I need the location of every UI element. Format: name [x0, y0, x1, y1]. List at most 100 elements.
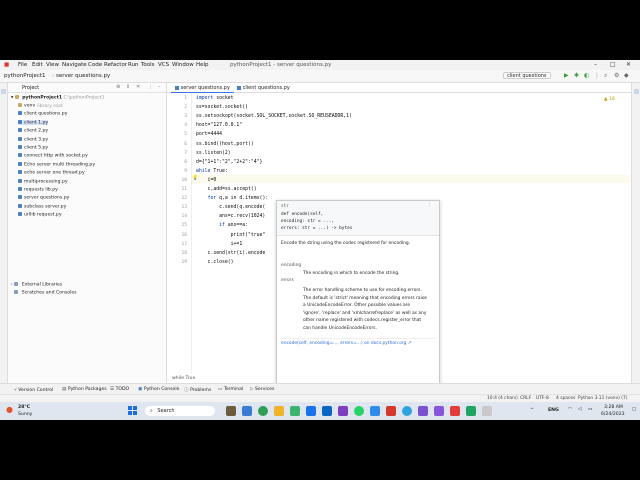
- project-panel-title[interactable]: Project: [22, 85, 39, 91]
- tab-python-packages[interactable]: ▤ Python Packages: [62, 387, 107, 392]
- tree-item[interactable]: requests lib.py: [18, 187, 58, 193]
- tree-item[interactable]: connect http with socket.py: [18, 153, 88, 159]
- tree-item[interactable]: client 5.py: [18, 145, 48, 151]
- code-breadcrumb[interactable]: while True: [172, 376, 195, 381]
- tree-item[interactable]: echo server one thread.py: [18, 170, 85, 176]
- doc-link[interactable]: encode(self, encoding=..., errors=...): [281, 341, 363, 346]
- breadcrumb-file[interactable]: server questions.py: [56, 73, 110, 79]
- coverage-icon[interactable]: ◐: [584, 72, 589, 79]
- app-icon-telegram[interactable]: [402, 406, 412, 416]
- battery-icon[interactable]: ▭: [588, 407, 592, 412]
- tree-root[interactable]: ▾ pythonProject1 C:\pythonProject1: [11, 95, 105, 101]
- notification-icon[interactable]: ▢: [632, 407, 636, 412]
- wifi-icon[interactable]: ◠: [568, 407, 572, 412]
- tree-external-libraries[interactable]: › External Libraries: [11, 282, 62, 288]
- locate-icon[interactable]: ⊕: [116, 84, 120, 90]
- hide-icon[interactable]: –: [158, 84, 161, 90]
- notifications-icon[interactable]: [634, 89, 639, 94]
- menu-help[interactable]: Help: [196, 62, 209, 68]
- interpreter[interactable]: Python 3.11 (venv) (7): [578, 396, 628, 401]
- tree-item[interactable]: subclass server.py: [18, 203, 66, 209]
- tree-item[interactable]: client questions.py: [18, 111, 67, 117]
- app-icon-misc[interactable]: [482, 406, 492, 416]
- tree-item[interactable]: Echo server multi threading.py: [18, 161, 95, 167]
- windows-start-icon[interactable]: [128, 406, 138, 416]
- maximize-button[interactable]: □: [610, 61, 616, 68]
- close-button[interactable]: ✕: [626, 61, 631, 68]
- app-icon-messenger[interactable]: [370, 406, 380, 416]
- weather-temp[interactable]: 28°C: [18, 405, 30, 410]
- warnings-indicator[interactable]: ▲ 18: [604, 97, 615, 102]
- popup-options-icon[interactable]: ⋮: [427, 203, 431, 208]
- menu-window[interactable]: Window: [172, 62, 194, 68]
- code-line: c.send(str(i).encode: [196, 250, 266, 256]
- app-icon-pycharm[interactable]: [290, 406, 300, 416]
- app-icon-teams[interactable]: [434, 406, 444, 416]
- tree-item[interactable]: venv library root: [18, 103, 63, 109]
- menu-file[interactable]: File: [18, 62, 27, 68]
- line-separator[interactable]: CRLF: [520, 396, 531, 401]
- collapse-icon[interactable]: ⇕: [126, 84, 130, 90]
- minimize-button[interactable]: –: [594, 61, 597, 68]
- run-config-select[interactable]: client questions: [503, 72, 551, 79]
- settings-icon[interactable]: ⚙: [614, 72, 619, 79]
- taskbar-search[interactable]: ⌕ Search: [145, 406, 215, 416]
- app-icon-whatsapp[interactable]: [354, 406, 364, 416]
- tab-services[interactable]: ▷ Services: [250, 387, 274, 392]
- app-icon-chrome[interactable]: [258, 406, 268, 416]
- menu-run[interactable]: Run: [128, 62, 139, 68]
- run-icon[interactable]: ▶: [564, 72, 569, 79]
- tab-todo[interactable]: ☰ TODO: [110, 387, 129, 392]
- app-icon-facebook[interactable]: [322, 406, 332, 416]
- app-icon-explorer[interactable]: [274, 406, 284, 416]
- tab-version-control[interactable]: ⑂ Version Control: [14, 387, 53, 393]
- tree-item-label: urllib request.py: [24, 212, 62, 218]
- app-icon-store[interactable]: [306, 406, 316, 416]
- menu-code[interactable]: Code: [88, 62, 102, 68]
- tree-item[interactable]: server questions.py: [18, 195, 69, 201]
- breadcrumb-project[interactable]: pythonProject1: [4, 73, 46, 79]
- tray-expand-icon[interactable]: ^: [530, 408, 534, 413]
- app-icon-discord[interactable]: [418, 406, 428, 416]
- app-icon-excel[interactable]: [466, 406, 476, 416]
- tree-scratches[interactable]: › Scratches and Consoles: [11, 290, 77, 296]
- weather-desc[interactable]: Sunny: [18, 412, 32, 417]
- app-icon-taskview[interactable]: [242, 406, 252, 416]
- menu-vcs[interactable]: VCS: [158, 62, 169, 68]
- tab-client-questions[interactable]: client questions.py: [233, 84, 294, 92]
- caret-position[interactable]: 10:4 (4 chars): [487, 396, 518, 401]
- tree-item[interactable]: client 3.py: [18, 136, 48, 142]
- more-icon[interactable]: ⋮: [594, 72, 600, 79]
- app-icon-instagram[interactable]: [338, 406, 348, 416]
- options-icon[interactable]: ⋮: [148, 84, 153, 90]
- menu-edit[interactable]: Edit: [32, 62, 43, 68]
- clock-date[interactable]: 6/24/2023: [601, 412, 625, 417]
- project-tool-icon[interactable]: [1, 89, 6, 94]
- app-icon-recorder[interactable]: [386, 406, 396, 416]
- tree-item[interactable]: client 1.py: [18, 119, 49, 126]
- tree-item[interactable]: client 2.py: [18, 128, 48, 134]
- search-everywhere-icon[interactable]: ⌕: [604, 72, 607, 80]
- menu-view[interactable]: View: [46, 62, 59, 68]
- tab-python-console[interactable]: ▣ Python Console: [138, 387, 179, 392]
- app-icon-widgets[interactable]: [226, 406, 236, 416]
- menu-navigate[interactable]: Navigate: [62, 62, 87, 68]
- tree-item[interactable]: urllib request.py: [18, 212, 62, 218]
- menu-tools[interactable]: Tools: [141, 62, 155, 68]
- tab-problems[interactable]: ⓘ Problems: [184, 387, 211, 393]
- doc-external-link[interactable]: on docs.python.org ↗: [364, 341, 411, 346]
- volume-icon[interactable]: ◁: [578, 407, 582, 412]
- indent-setting[interactable]: 4 spaces: [556, 396, 575, 401]
- window-title: pythonProject1 - server questions.py: [230, 62, 332, 68]
- clock-time[interactable]: 3:28 AM: [604, 405, 623, 410]
- lightbulb-icon[interactable]: 💡: [192, 175, 198, 181]
- close-panel-icon[interactable]: ✕: [136, 84, 140, 90]
- tree-item-label: requests lib.py: [24, 187, 58, 193]
- tab-terminal[interactable]: ▭ Terminal: [218, 387, 243, 392]
- menu-refactor[interactable]: Refactor: [104, 62, 127, 68]
- file-encoding[interactable]: UTF-8: [536, 396, 549, 401]
- language-indicator[interactable]: ENG: [548, 408, 559, 413]
- tree-item[interactable]: multiprocessing.py: [18, 178, 68, 184]
- debug-icon[interactable]: ✱: [574, 72, 579, 79]
- app-icon-acrobat[interactable]: [450, 406, 460, 416]
